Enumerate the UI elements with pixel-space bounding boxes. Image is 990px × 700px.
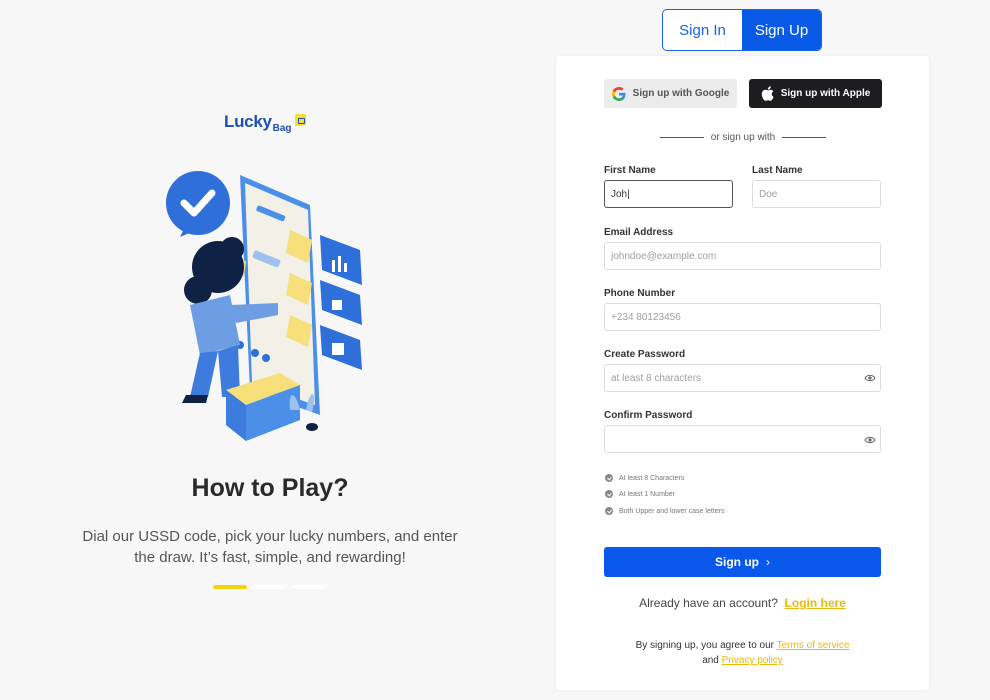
tab-sign-up[interactable]: Sign Up bbox=[742, 10, 821, 50]
requirement-text: At least 8 Characters bbox=[619, 474, 685, 482]
social-buttons: Sign up with Google Sign up with Apple bbox=[604, 79, 882, 108]
hero-illustration bbox=[166, 171, 362, 441]
apple-signup-label: Sign up with Apple bbox=[780, 88, 871, 99]
password-input[interactable] bbox=[604, 364, 881, 392]
login-prompt: Already have an account? Login here bbox=[556, 596, 929, 610]
google-signup-button[interactable]: Sign up with Google bbox=[604, 79, 737, 108]
carousel-dot-2[interactable] bbox=[253, 585, 287, 589]
terms-notice: By signing up, you agree to our Terms of… bbox=[556, 638, 929, 668]
brand-name-main: Lucky bbox=[224, 112, 272, 131]
check-circle-icon bbox=[605, 490, 613, 498]
google-icon bbox=[611, 86, 626, 101]
signup-submit-label: Sign up bbox=[715, 555, 759, 569]
confirm-password-input[interactable] bbox=[604, 425, 881, 453]
hero-description: Dial our USSD code, pick your lucky numb… bbox=[82, 528, 458, 566]
requirement-text: At least 1 Number bbox=[619, 490, 676, 498]
email-label: Email Address bbox=[604, 227, 674, 238]
signup-card: Sign up with Google Sign up with Apple o… bbox=[556, 56, 929, 690]
password-requirement: At least 8 Characters bbox=[605, 474, 684, 482]
login-link[interactable]: Login here bbox=[785, 596, 846, 610]
terms-of-service-link[interactable]: Terms of service bbox=[777, 640, 850, 651]
privacy-policy-link[interactable]: Privacy policy bbox=[722, 655, 783, 666]
requirement-text: Both Upper and lower case letters bbox=[619, 507, 725, 515]
apple-signup-button[interactable]: Sign up with Apple bbox=[749, 79, 882, 108]
or-divider: or sign up with bbox=[660, 132, 827, 143]
brand-name-sub: Bag bbox=[272, 123, 292, 134]
terms-prefix: By signing up, you agree to our bbox=[635, 640, 775, 651]
password-requirement: Both Upper and lower case letters bbox=[605, 507, 724, 515]
chevron-right-icon: › bbox=[766, 555, 770, 569]
login-prompt-text: Already have an account? bbox=[639, 596, 778, 610]
bag-icon bbox=[294, 114, 306, 126]
auth-tabs: Sign In Sign Up bbox=[662, 9, 822, 51]
show-confirm-password-eye-icon[interactable] bbox=[864, 435, 876, 445]
last-name-input[interactable] bbox=[752, 180, 881, 208]
phone-label: Phone Number bbox=[604, 288, 676, 299]
terms-and: and bbox=[702, 655, 719, 666]
hero-panel: Lucky Bag How to Play? Dial our USSD cod… bbox=[0, 0, 540, 700]
carousel-dot-1[interactable] bbox=[213, 585, 247, 589]
divider-line-right bbox=[782, 137, 827, 138]
apple-icon bbox=[761, 86, 774, 101]
signup-submit-button[interactable]: Sign up › bbox=[604, 547, 881, 577]
password-label: Create Password bbox=[604, 349, 686, 360]
confirm-password-label: Confirm Password bbox=[604, 410, 693, 421]
first-name-input[interactable] bbox=[604, 180, 733, 208]
password-requirement: At least 1 Number bbox=[605, 490, 675, 498]
check-circle-icon bbox=[605, 474, 613, 482]
hero-title: How to Play? bbox=[191, 474, 349, 502]
first-name-label: First Name bbox=[604, 165, 656, 176]
show-password-eye-icon[interactable] bbox=[864, 373, 876, 383]
last-name-label: Last Name bbox=[752, 165, 803, 176]
email-input[interactable] bbox=[604, 242, 881, 270]
check-circle-icon bbox=[605, 507, 613, 515]
google-signup-label: Sign up with Google bbox=[632, 88, 730, 99]
divider-text: or sign up with bbox=[710, 132, 776, 143]
phone-input[interactable] bbox=[604, 303, 881, 331]
carousel-dot-3[interactable] bbox=[293, 585, 327, 589]
tab-sign-in[interactable]: Sign In bbox=[663, 10, 742, 50]
carousel-indicator[interactable] bbox=[213, 585, 327, 589]
brand-logo: Lucky Bag bbox=[224, 112, 306, 134]
divider-line-left bbox=[660, 137, 704, 138]
